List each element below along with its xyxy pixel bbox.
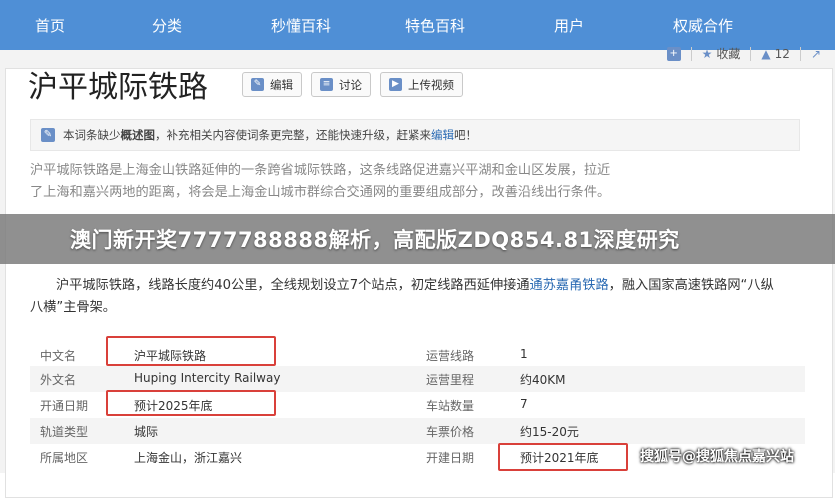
info-value: Huping Intercity Railway [134, 371, 281, 385]
paragraph-text: 沪平城际铁路，线路长度约40公里，全线规划设立7个站点，初定线路西延伸接通 [56, 278, 530, 293]
nav-miaodong[interactable]: 秒懂百科 [234, 15, 368, 36]
top-nav: 首页 分类 秒懂百科 特色百科 用户 权威合作 [0, 0, 835, 50]
info-value: 上海金山，浙江嘉兴 [134, 451, 243, 465]
notice-edit-link[interactable]: 编辑 [431, 128, 454, 142]
info-value: 城际 [134, 425, 159, 439]
discuss-button[interactable]: ≡ 讨论 [311, 72, 371, 97]
summary-line: 了上海和嘉兴两地的距离，将会是上海金山城市群综合交通网的重要组成部分，改善沿线出… [30, 185, 611, 200]
info-value: 7 [520, 397, 528, 411]
discuss-label: 讨论 [339, 77, 362, 92]
upload-video-button[interactable]: ▶ 上传视频 [380, 72, 463, 97]
notice-text: 本词条缺少概述图，补充相关内容使词条更完整，还能快速升级，赶紧来编辑吧！ [63, 128, 477, 142]
share-button[interactable]: ↗ [811, 47, 821, 61]
info-key: 轨道类型 [40, 425, 89, 439]
info-key: 车票价格 [426, 425, 475, 439]
body-paragraph: 沪平城际铁路，线路长度约40公里，全线规划设立7个站点，初定线路西延伸接通通苏嘉… [30, 275, 805, 319]
video-icon: ▶ [389, 78, 402, 91]
watermark: 搜狐号@搜狐焦点嘉兴站 [640, 449, 794, 465]
share-icon: ↗ [810, 46, 821, 61]
highlight-box [106, 336, 276, 366]
info-value: 约40KM [520, 373, 566, 387]
info-key: 外文名 [40, 373, 77, 387]
collect-button[interactable]: ★ 收藏 [702, 45, 741, 62]
summary-line: 沪平城际铁路是上海金山铁路延伸的一条跨省城际铁路，这条线路促进嘉兴平湖和金山区发… [30, 163, 611, 178]
divider [690, 46, 692, 61]
like-button[interactable]: ▲ 12 [761, 47, 790, 61]
upload-video-label: 上传视频 [408, 77, 454, 92]
table-row: 外文名 Huping Intercity Railway 运营里程 约40KM [30, 366, 805, 392]
divider [799, 46, 801, 61]
add-icon[interactable]: + [666, 46, 681, 61]
edit-label: 编辑 [270, 77, 293, 92]
nav-featured[interactable]: 特色百科 [368, 15, 502, 36]
notice-bar: ✎ 本词条缺少概述图，补充相关内容使词条更完整，还能快速升级，赶紧来编辑吧！ [30, 119, 800, 151]
highlight-box [106, 390, 276, 416]
paragraph-text: 八横”主骨架。 [30, 300, 116, 315]
summary-paragraph: 沪平城际铁路是上海金山铁路延伸的一条跨省城际铁路，这条线路促进嘉兴平湖和金山区发… [30, 160, 805, 204]
highlight-box [498, 443, 628, 471]
info-key: 运营里程 [426, 373, 475, 387]
action-bar: + ★ 收藏 ▲ 12 ↗ [666, 45, 821, 62]
nav-user[interactable]: 用户 [502, 15, 636, 36]
collect-label: 收藏 [716, 47, 741, 61]
info-key: 运营线路 [426, 349, 475, 363]
star-icon: ★ [701, 46, 713, 61]
table-row: 轨道类型 城际 车票价格 约15-20元 [30, 418, 805, 444]
nav-category[interactable]: 分类 [100, 15, 234, 36]
nav-partner[interactable]: 权威合作 [636, 15, 770, 36]
info-key: 中文名 [40, 349, 77, 363]
info-key: 所属地区 [40, 451, 89, 465]
title-buttons: ✎ 编辑 ≡ 讨论 ▶ 上传视频 [242, 72, 463, 97]
railway-link[interactable]: 通苏嘉甬铁路 [530, 278, 609, 293]
nav-home[interactable]: 首页 [0, 15, 100, 36]
banner-text: 澳门新开奖7777788888解析，高配版ZDQ854.81深度研究 [70, 228, 680, 252]
pencil-icon: ✎ [41, 128, 55, 142]
paragraph-text: ，融入国家高速铁路网“八纵 [608, 278, 774, 293]
edit-button[interactable]: ✎ 编辑 [242, 72, 302, 97]
overlay-banner: 澳门新开奖7777788888解析，高配版ZDQ854.81深度研究 [0, 214, 835, 264]
page-title: 沪平城际铁路 [28, 70, 208, 105]
divider [750, 46, 752, 61]
info-key: 开建日期 [426, 451, 475, 465]
info-value: 约15-20元 [520, 425, 579, 439]
thumbs-up-icon: ▲ [761, 46, 771, 61]
comment-icon: ≡ [320, 78, 333, 91]
info-key: 开通日期 [40, 399, 89, 413]
like-count: 12 [774, 46, 790, 61]
pencil-icon: ✎ [251, 78, 264, 91]
info-value: 1 [520, 347, 528, 361]
info-key: 车站数量 [426, 399, 475, 413]
